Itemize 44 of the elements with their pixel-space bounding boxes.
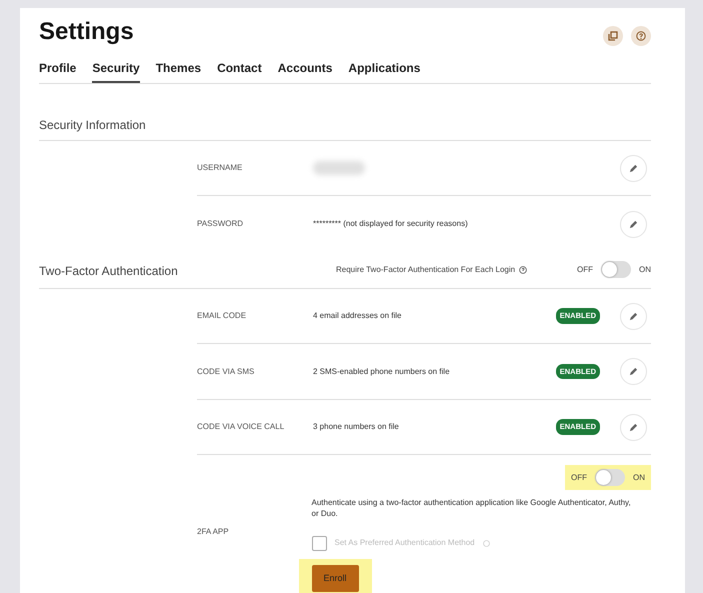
tab[interactable]: Themes (156, 58, 202, 83)
field-value: 4 email addresses on file (313, 311, 402, 320)
toggle-switch[interactable] (601, 261, 631, 278)
edit-icon (629, 164, 638, 173)
edit-button[interactable] (620, 210, 647, 238)
stack-icon (608, 31, 618, 41)
tab[interactable]: Applications (348, 58, 420, 83)
tab[interactable]: Accounts (278, 58, 332, 83)
help-icon[interactable] (519, 266, 528, 274)
description: Authenticate using a two-factor authentication application like Google Authenticator, Authy, or Duo. (312, 498, 632, 520)
checkbox-label: Set As Preferred Authentication Method (334, 537, 475, 550)
toggle-off-label: OFF (577, 264, 593, 276)
field-label: EMAIL CODE (197, 310, 248, 322)
notes-button[interactable] (603, 26, 623, 46)
edit-icon (629, 422, 638, 432)
field-label: CODE VIA VOICE CALL (197, 421, 286, 434)
field-value: 3 phone numbers on file (313, 422, 399, 432)
toggle-on-label: ON (639, 264, 651, 276)
field-label: USERNAME (197, 162, 244, 174)
field-label: PASSWORD (197, 218, 244, 230)
edit-button[interactable] (620, 302, 647, 330)
page-title: Settings (39, 18, 134, 47)
field-label: 2FA APP (197, 526, 230, 538)
help-button[interactable] (631, 26, 651, 46)
field-value: 2 SMS-enabled phone numbers on file (313, 366, 450, 376)
help-icon (636, 31, 646, 41)
edit-button[interactable] (620, 154, 647, 182)
tab[interactable]: Contact (217, 58, 262, 83)
field-label: CODE VIA SMS (197, 366, 256, 378)
edit-icon (629, 220, 638, 229)
toggle-on-label: ON (633, 472, 645, 484)
edit-icon (629, 367, 638, 376)
edit-button[interactable] (620, 414, 647, 441)
field-value: ********* (not displayed for security reasons) (313, 219, 468, 228)
edit-icon (629, 312, 638, 321)
tab[interactable]: Profile (39, 58, 76, 83)
enroll-button[interactable]: Enroll (312, 565, 358, 592)
toggle-switch[interactable] (595, 469, 625, 486)
toggle-off-label: OFF (571, 472, 587, 484)
tab[interactable]: Security (92, 58, 140, 83)
toggle-label: Require Two-Factor Authentication For Each Login (336, 264, 516, 276)
section-heading: Two-Factor Authentication (39, 262, 179, 280)
section-heading: Security Information (39, 108, 651, 141)
edit-button[interactable] (620, 358, 647, 386)
